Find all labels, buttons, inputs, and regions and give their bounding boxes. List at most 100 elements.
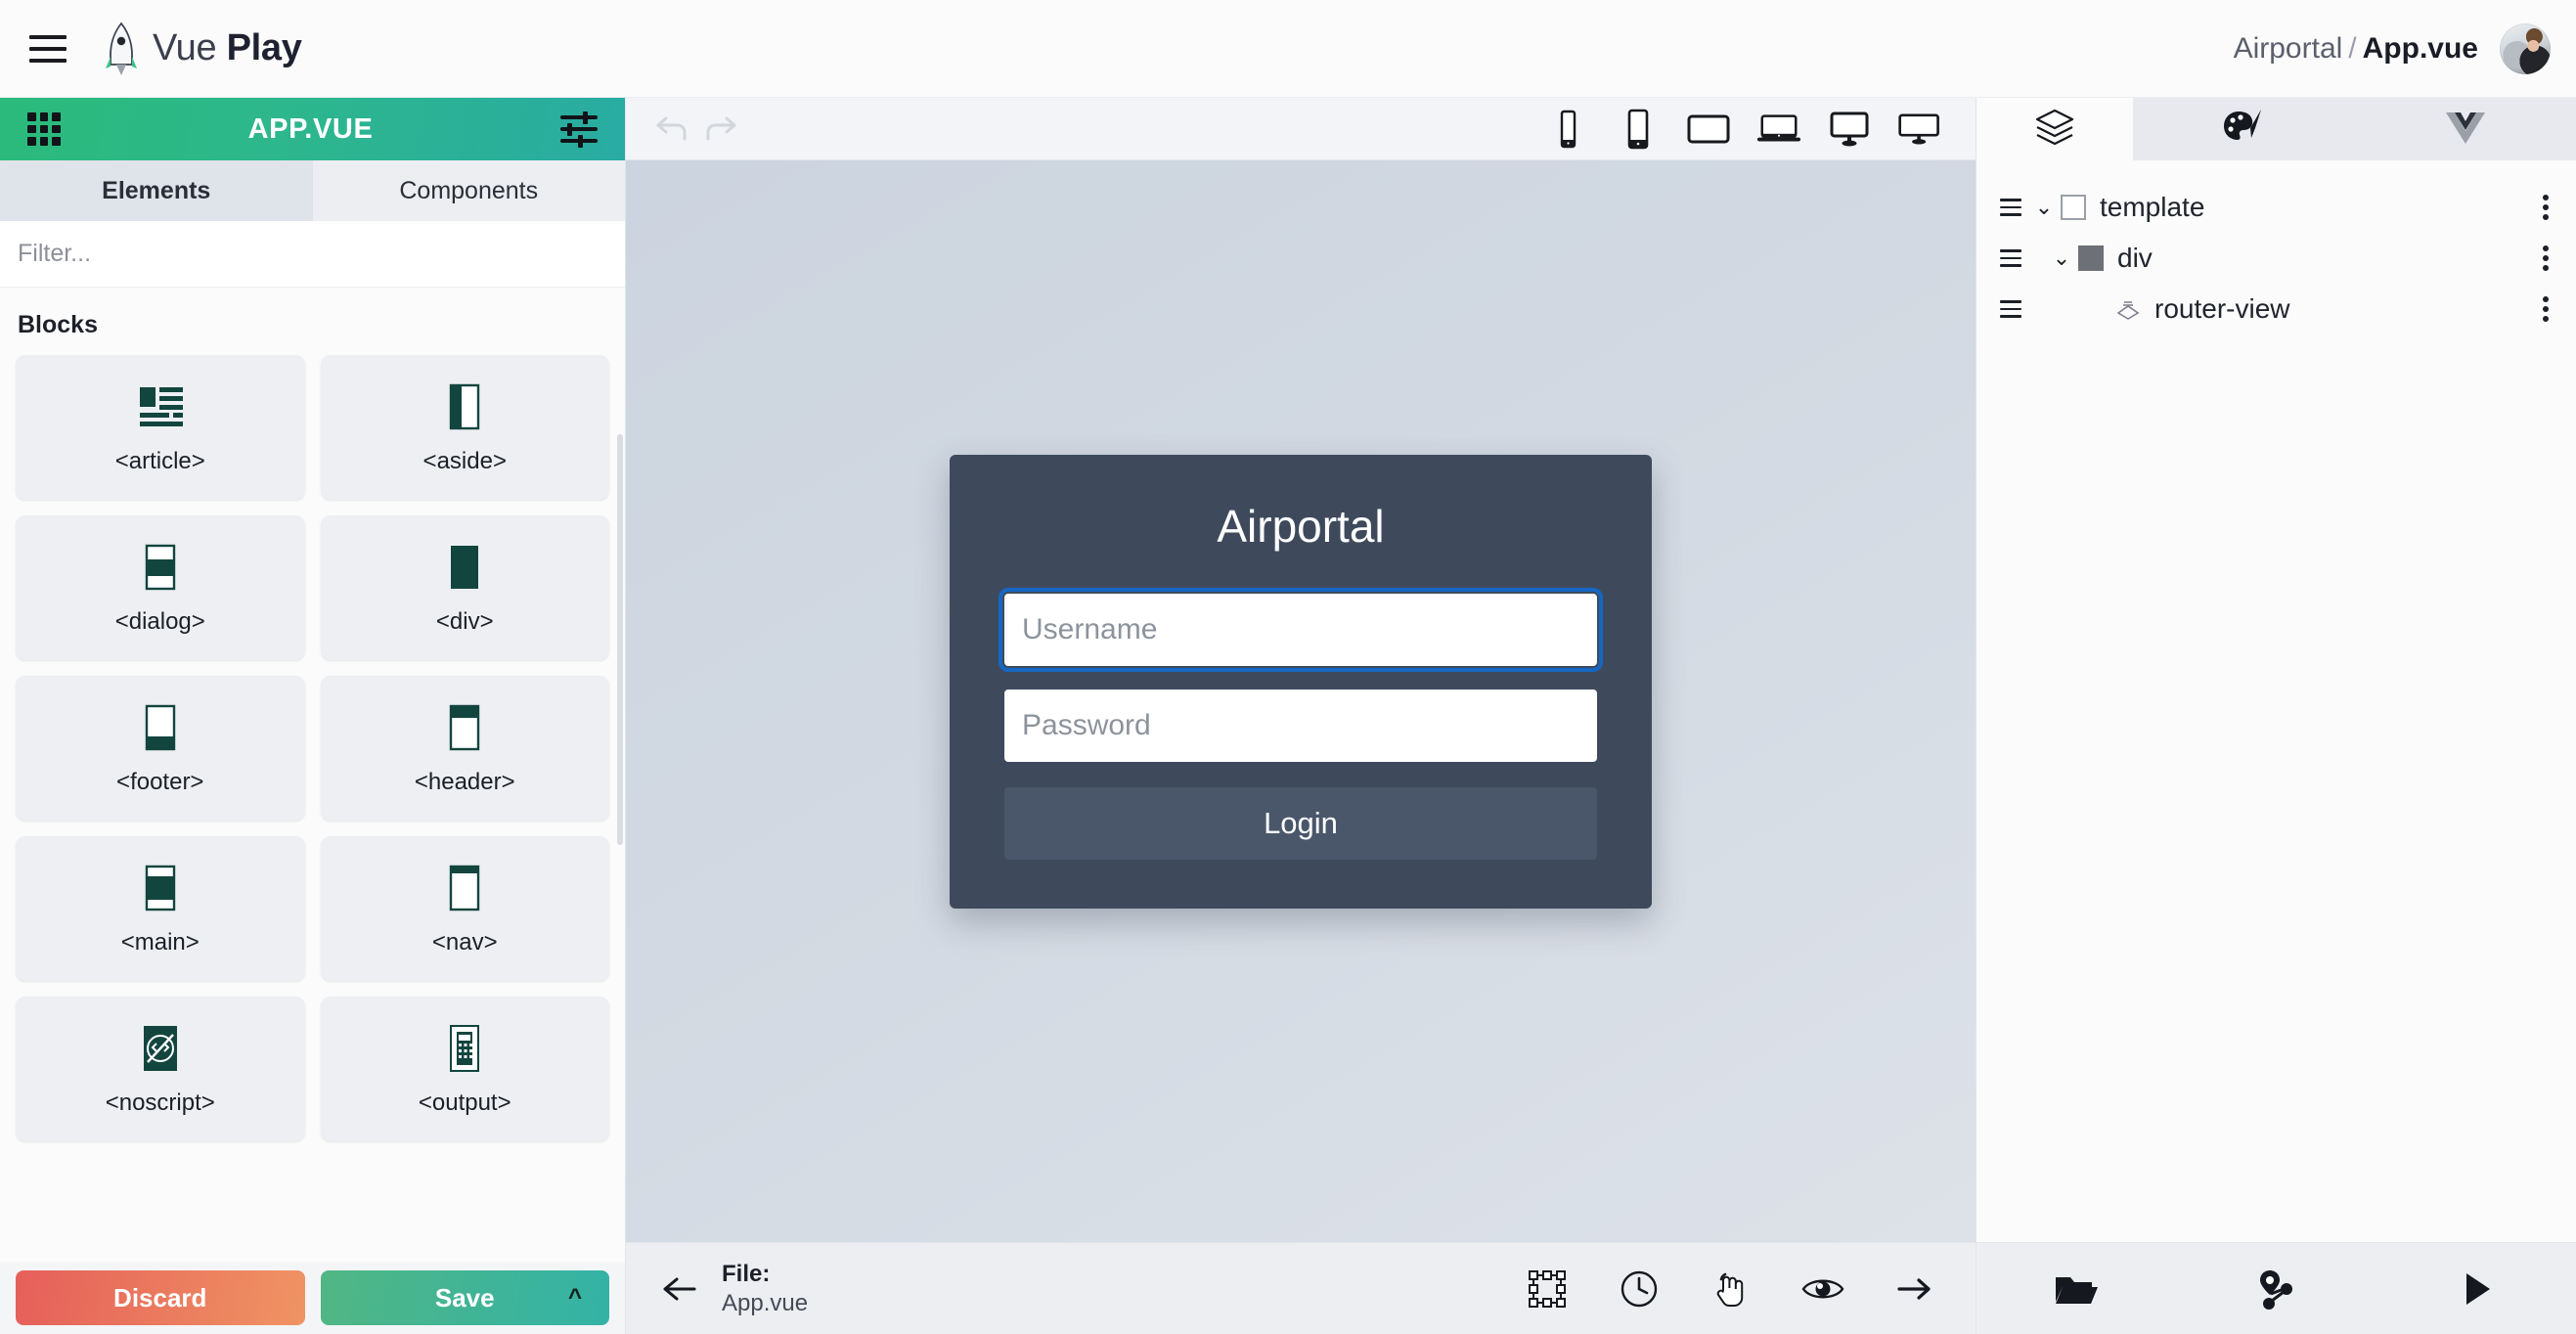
brand: Vue Play <box>104 22 302 76</box>
block-card-label: <output> <box>418 1089 511 1116</box>
block-card-footer[interactable]: <footer> <box>16 676 305 821</box>
sliders-icon[interactable] <box>560 111 598 148</box>
block-card-label: <header> <box>414 769 515 795</box>
tree-node-template[interactable]: ⌄ template <box>1976 182 2576 233</box>
phone-large-icon[interactable] <box>1616 108 1661 151</box>
node-menu-icon[interactable] <box>2537 290 2554 328</box>
left-panel-header: APP.VUE <box>0 98 625 160</box>
block-card-label: <aside> <box>422 448 507 474</box>
desktop-icon[interactable] <box>1827 108 1872 151</box>
breadcrumb-separator: / <box>2348 31 2357 65</box>
file-label: File: <box>722 1260 771 1287</box>
filled-square-icon <box>2078 245 2104 271</box>
hamburger-icon[interactable] <box>22 22 74 75</box>
block-card-nav[interactable]: <nav> <box>320 836 609 981</box>
tree-node-label: div <box>2117 243 2153 273</box>
chevron-up-icon[interactable]: ^ <box>568 1284 582 1312</box>
desktop-large-icon[interactable] <box>1897 108 1942 151</box>
tab-vue[interactable] <box>2354 98 2576 160</box>
login-button[interactable]: Login <box>1004 787 1597 860</box>
discard-button[interactable]: Discard <box>16 1270 305 1325</box>
pointer-hand-icon[interactable] <box>1708 1266 1754 1312</box>
save-button[interactable]: Save ^ <box>320 1270 609 1325</box>
select-transform-icon[interactable] <box>1524 1266 1571 1312</box>
block-card-aside[interactable]: <aside> <box>320 355 609 500</box>
laptop-icon[interactable] <box>1756 108 1801 151</box>
block-card-header[interactable]: <header> <box>320 676 609 821</box>
routes-share-icon[interactable] <box>2252 1266 2299 1312</box>
tab-elements[interactable]: Elements <box>0 160 313 221</box>
hollow-square-icon <box>2061 195 2086 220</box>
block-card-label: <footer> <box>116 769 204 795</box>
tree-node-label: template <box>2100 192 2205 222</box>
bottom-bar: File: App.vue <box>626 1242 1976 1334</box>
undo-icon[interactable] <box>647 108 696 151</box>
block-card-div[interactable]: <div> <box>320 515 609 660</box>
left-panel-scrollbar[interactable] <box>617 434 623 845</box>
left-panel-actions: Discard Save ^ <box>0 1262 625 1334</box>
block-card-output[interactable]: <output> <box>320 997 609 1141</box>
aside-block-icon <box>434 379 495 436</box>
nav-block-icon <box>434 861 495 917</box>
grid-icon[interactable] <box>27 112 61 146</box>
right-panel-tabs <box>1976 98 2576 160</box>
block-card-noscript[interactable]: <noscript> <box>16 997 305 1141</box>
filter-input[interactable] <box>0 240 625 268</box>
preview-canvas[interactable]: Airportal Username Password Login <box>626 160 1976 1242</box>
tree-node-label: router-view <box>2154 293 2290 324</box>
app-root: Vue Play Airportal / App.vue APP.VUE Eleme… <box>0 0 2576 1334</box>
tab-layers[interactable] <box>1976 98 2133 160</box>
file-value: App.vue <box>722 1289 809 1316</box>
username-input[interactable]: Username <box>999 588 1603 672</box>
password-input[interactable]: Password <box>1004 689 1597 762</box>
article-block-icon <box>130 379 191 436</box>
login-title: Airportal <box>1217 501 1385 552</box>
tree-node-router-view[interactable]: router-view <box>1976 284 2576 334</box>
chevron-down-icon[interactable]: ⌄ <box>2045 245 2078 271</box>
block-card-label: <main> <box>120 929 200 956</box>
node-menu-icon[interactable] <box>2537 189 2554 226</box>
tablet-icon[interactable] <box>1686 108 1731 151</box>
play-icon[interactable] <box>2453 1266 2500 1312</box>
center-panel: Airportal Username Password Login File: … <box>626 98 1976 1334</box>
blocks-scroll-area[interactable]: Blocks <article> <aside> <dialog> <div> … <box>0 288 625 1262</box>
tab-styles[interactable] <box>2133 98 2355 160</box>
top-bar-right: Airportal / App.vue <box>2234 22 2551 74</box>
block-card-label: <div> <box>435 608 494 635</box>
breadcrumb-current: App.vue <box>2362 31 2478 65</box>
breadcrumb-project[interactable]: Airportal <box>2234 32 2343 65</box>
left-panel: APP.VUE Elements Components Blocks <box>0 98 626 1334</box>
device-size-selector <box>1545 108 1954 151</box>
vue-logo-icon <box>2444 109 2487 151</box>
div-block-icon <box>434 540 495 597</box>
node-menu-icon[interactable] <box>2537 240 2554 277</box>
drag-handle-icon[interactable] <box>2000 300 2027 318</box>
brand-title: Vue Play <box>153 27 302 69</box>
drag-handle-icon[interactable] <box>2000 249 2027 267</box>
layers-icon <box>2033 106 2076 154</box>
rocket-icon <box>104 22 139 76</box>
tree-node-div[interactable]: ⌄ div <box>1976 233 2576 284</box>
blocks-section-title: Blocks <box>18 311 98 338</box>
preview-eye-icon[interactable] <box>1799 1266 1846 1312</box>
block-card-main[interactable]: <main> <box>16 836 305 981</box>
main-block-icon <box>130 861 191 917</box>
open-folder-icon[interactable] <box>2053 1266 2100 1312</box>
history-clock-icon[interactable] <box>1616 1266 1663 1312</box>
redo-icon[interactable] <box>696 108 745 151</box>
tab-components[interactable]: Components <box>313 160 626 221</box>
user-avatar[interactable] <box>2500 22 2551 74</box>
drag-handle-icon[interactable] <box>2000 199 2027 216</box>
block-card-label: <dialog> <box>114 608 205 635</box>
right-panel: ⌄ template ⌄ div router-view <box>1976 98 2576 1334</box>
arrow-right-icon[interactable] <box>1891 1266 1938 1312</box>
block-card-dialog[interactable]: <dialog> <box>16 515 305 660</box>
palette-brush-icon <box>2222 107 2265 153</box>
phone-small-icon[interactable] <box>1545 108 1590 151</box>
chevron-down-icon[interactable]: ⌄ <box>2027 195 2061 220</box>
body-row: APP.VUE Elements Components Blocks <box>0 98 2576 1334</box>
block-card-label: <nav> <box>431 929 498 956</box>
bottom-toolbar <box>1524 1266 1946 1312</box>
arrow-left-icon[interactable] <box>655 1275 704 1303</box>
block-card-article[interactable]: <article> <box>16 355 305 500</box>
